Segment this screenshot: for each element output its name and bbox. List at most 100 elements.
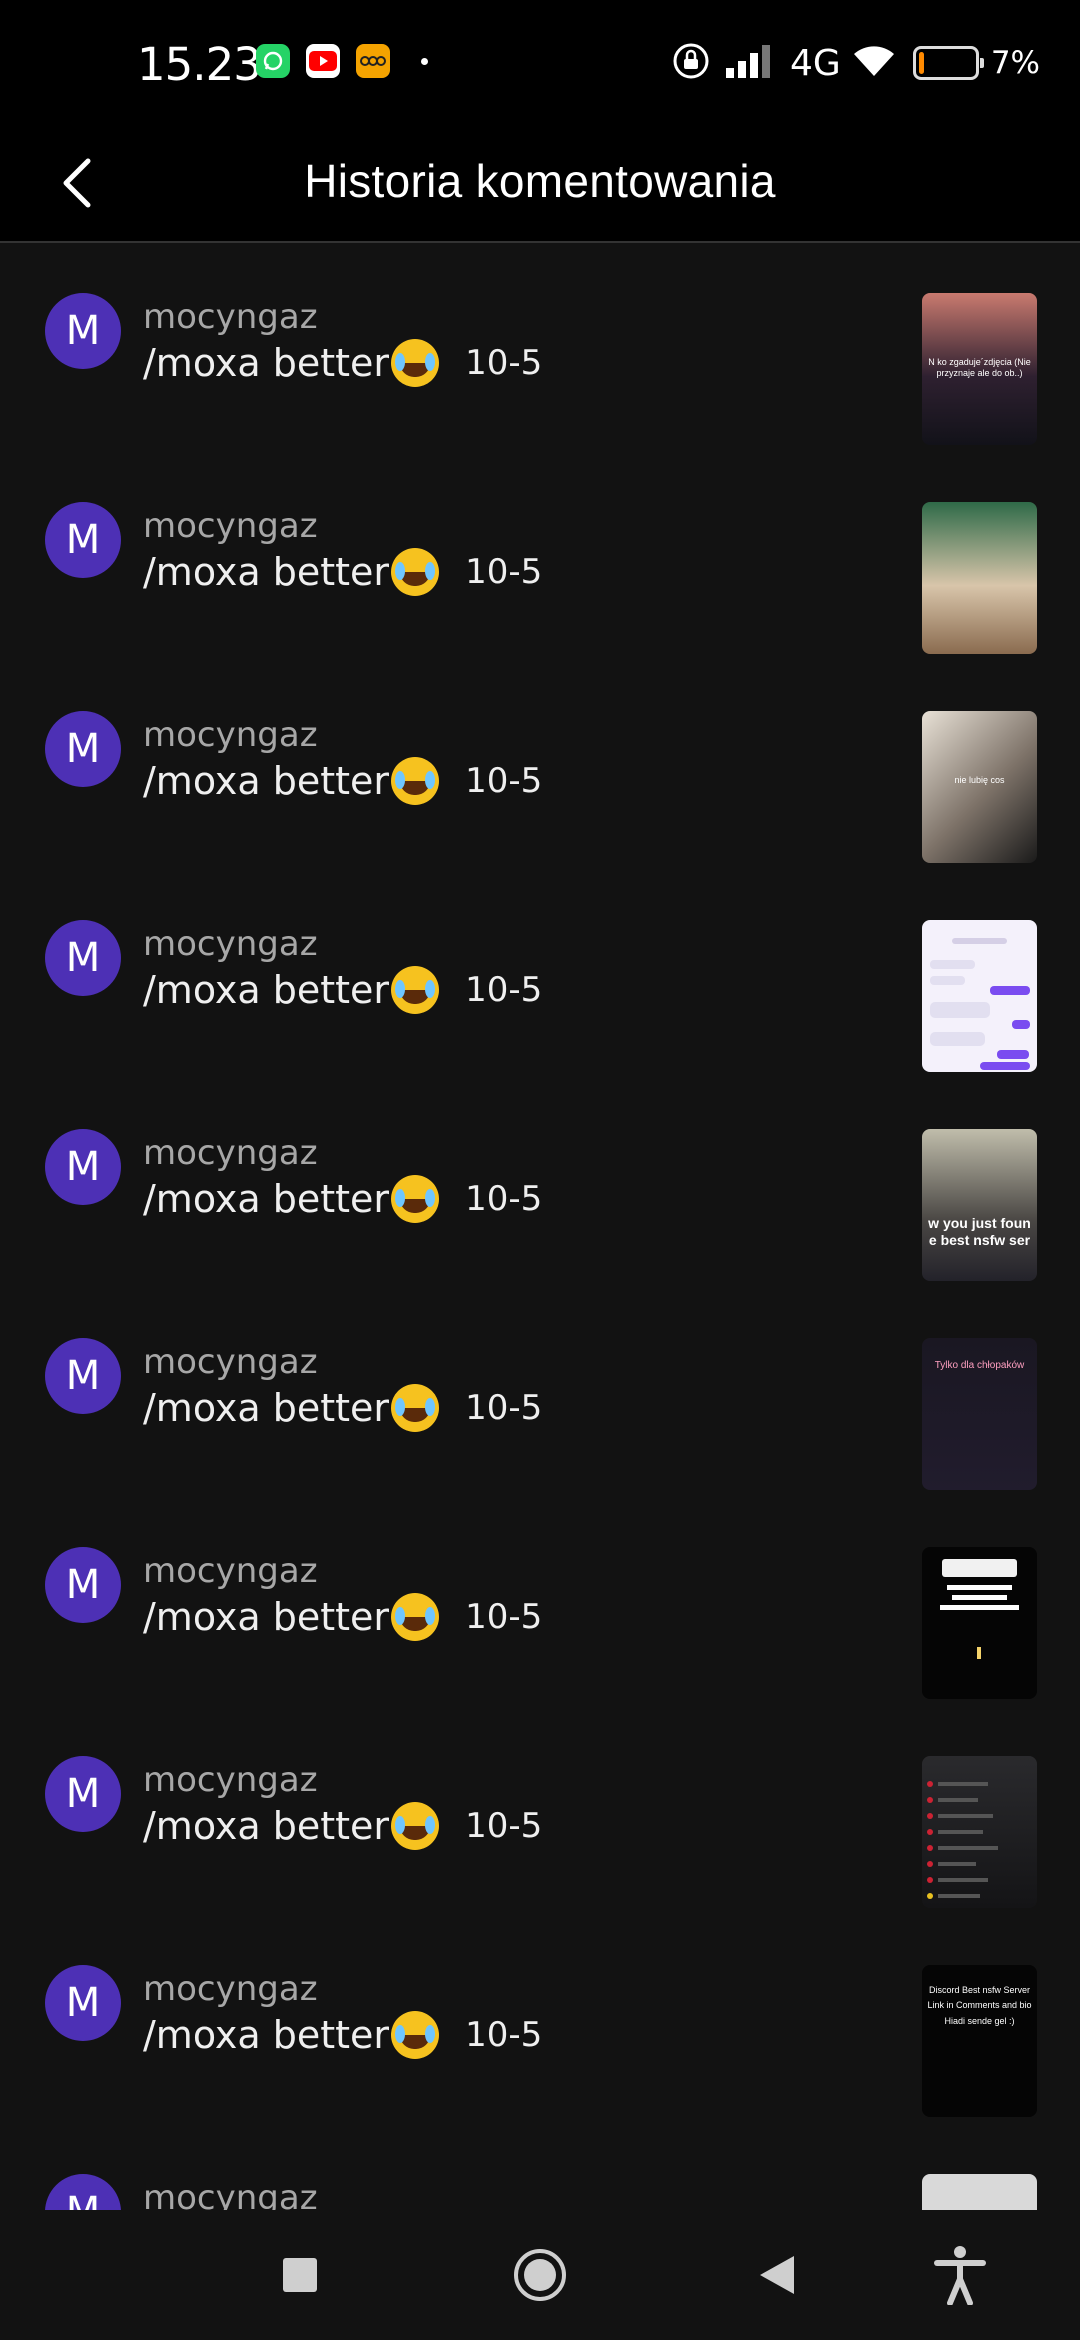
notification-icons [256, 44, 390, 78]
status-time: 15.23 [137, 38, 262, 91]
avatar[interactable]: M [45, 711, 121, 787]
avatar[interactable]: M [45, 1965, 121, 2041]
video-thumbnail[interactable] [922, 1547, 1037, 1699]
comment-text-row: /moxa better 10-5 [143, 1175, 542, 1223]
triangle-back-icon [760, 2256, 794, 2294]
comment-date: 10-5 [465, 2015, 543, 2055]
video-thumbnail[interactable]: Tylko dla chłopaków [922, 1338, 1037, 1490]
accessibility-icon [934, 2246, 986, 2305]
laughing-emoji-icon [391, 966, 440, 1014]
comment-date: 10-5 [465, 1806, 543, 1846]
comment-text-row: /moxa better 10-5 [143, 2011, 542, 2059]
username: mocyngaz [143, 1760, 318, 1800]
battery-icon [912, 46, 984, 80]
comment-date: 10-5 [465, 343, 543, 383]
comment-text: /moxa better [143, 341, 390, 385]
avatar[interactable]: M [45, 2174, 121, 2210]
comment-item[interactable]: M mocyngaz /moxa better 10-5 w you just f… [0, 1081, 1080, 1290]
comment-text: /moxa better [143, 1177, 390, 1221]
network-type: 4G [790, 42, 841, 84]
video-thumbnail[interactable] [922, 502, 1037, 654]
home-button[interactable] [505, 2240, 575, 2310]
video-thumbnail[interactable]: w you just foun e best nsfw ser [922, 1129, 1037, 1281]
avatar[interactable]: M [45, 1338, 121, 1414]
comment-text: /moxa better [143, 1804, 390, 1848]
app-header: Historia komentowania [0, 125, 1080, 243]
thumbnail-caption: w you just foun e best nsfw ser [928, 1215, 1031, 1248]
comment-text: /moxa better [143, 2013, 390, 2057]
username: mocyngaz [143, 924, 318, 964]
comment-history-list[interactable]: M mocyngaz /moxa better 10-5 N ko zgadujе… [0, 245, 1080, 2210]
thumbnail-caption: N ko zgadujе´zdjęcia (Nie przyznaje ale … [928, 357, 1031, 378]
laughing-emoji-icon [391, 1384, 440, 1432]
video-thumbnail[interactable] [922, 920, 1037, 1072]
comment-item[interactable]: M mocyngaz [0, 2126, 1080, 2210]
battery-percent: 7% [990, 45, 1040, 81]
comment-text-row: /moxa better 10-5 [143, 548, 542, 596]
comment-item[interactable]: M mocyngaz /moxa better 10-5 [0, 872, 1080, 1081]
comment-item[interactable]: M mocyngaz /moxa better 10-5 [0, 1708, 1080, 1917]
comment-item[interactable]: M mocyngaz /moxa better 10-5 [0, 1499, 1080, 1708]
laughing-emoji-icon [391, 1802, 440, 1850]
comment-date: 10-5 [465, 552, 543, 592]
laughing-emoji-icon [391, 1175, 440, 1223]
comment-item[interactable]: M mocyngaz /moxa better 10-5 [0, 454, 1080, 663]
comment-date: 10-5 [465, 1388, 543, 1428]
username: mocyngaz [143, 1342, 318, 1382]
avatar[interactable]: M [45, 1756, 121, 1832]
comment-text: /moxa better [143, 1386, 390, 1430]
video-thumbnail[interactable]: Discord Best nsfw Server Link in Comment… [922, 1965, 1037, 2117]
system-navigation-bar [0, 2210, 1080, 2340]
chat-screenshot-graphic [930, 938, 1030, 1070]
circle-home-icon [514, 2249, 566, 2301]
video-thumbnail[interactable] [922, 2174, 1037, 2210]
laughing-emoji-icon [391, 548, 440, 596]
avatar[interactable]: M [45, 1547, 121, 1623]
comment-date: 10-5 [465, 1179, 543, 1219]
comment-text-row: /moxa better 10-5 [143, 966, 542, 1014]
recents-button[interactable] [265, 2240, 335, 2310]
video-thumbnail[interactable]: nie lubię cos [922, 711, 1037, 863]
status-bar: 15.23 4G 7% [0, 0, 1080, 125]
username: mocyngaz [143, 506, 318, 546]
comment-text: /moxa better [143, 1595, 390, 1639]
comment-text-row: /moxa better 10-5 [143, 1593, 542, 1641]
ranking-graphic [940, 1559, 1019, 1659]
rotation-lock-icon [670, 40, 712, 86]
avatar[interactable]: M [45, 502, 121, 578]
username: mocyngaz [143, 2178, 318, 2210]
comment-item[interactable]: M mocyngaz /moxa better 10-5 N ko zgadujе… [0, 245, 1080, 454]
laughing-emoji-icon [391, 757, 440, 805]
system-icons: 4G 7% [670, 40, 1040, 86]
comment-text: /moxa better [143, 759, 390, 803]
video-thumbnail[interactable]: N ko zgadujе´zdjęcia (Nie przyznaje ale … [922, 293, 1037, 445]
youtube-icon [306, 44, 340, 78]
username: mocyngaz [143, 297, 318, 337]
comment-item[interactable]: M mocyngaz /moxa better 10-5 Discord Best… [0, 1917, 1080, 2126]
comment-date: 10-5 [465, 970, 543, 1010]
signal-icon [724, 44, 774, 82]
username: mocyngaz [143, 715, 318, 755]
avatar[interactable]: M [45, 920, 121, 996]
laughing-emoji-icon [391, 339, 440, 387]
more-notifications-dot [421, 58, 428, 65]
comment-text-row: /moxa better 10-5 [143, 339, 542, 387]
avatar[interactable]: M [45, 1129, 121, 1205]
whatsapp-icon [256, 44, 290, 78]
accessibility-button[interactable] [925, 2240, 995, 2310]
thumbnail-caption: Discord Best nsfw Server Link in Comment… [927, 1985, 1032, 2026]
username: mocyngaz [143, 1551, 318, 1591]
comment-text-row: /moxa better 10-5 [143, 1802, 542, 1850]
page-title: Historia komentowania [304, 155, 776, 207]
thumbnail-caption: nie lubię cos [954, 775, 1005, 785]
comment-text-row: /moxa better 10-5 [143, 1384, 542, 1432]
comment-date: 10-5 [465, 761, 543, 801]
comment-item[interactable]: M mocyngaz /moxa better 10-5 Tylko dla ch… [0, 1290, 1080, 1499]
avatar[interactable]: M [45, 293, 121, 369]
comment-item[interactable]: M mocyngaz /moxa better 10-5 nie lubię co… [0, 663, 1080, 872]
back-nav-button[interactable] [742, 2240, 812, 2310]
video-thumbnail[interactable] [922, 1756, 1037, 1908]
square-icon [283, 2258, 317, 2292]
wifi-icon [853, 44, 895, 82]
comment-text: /moxa better [143, 550, 390, 594]
